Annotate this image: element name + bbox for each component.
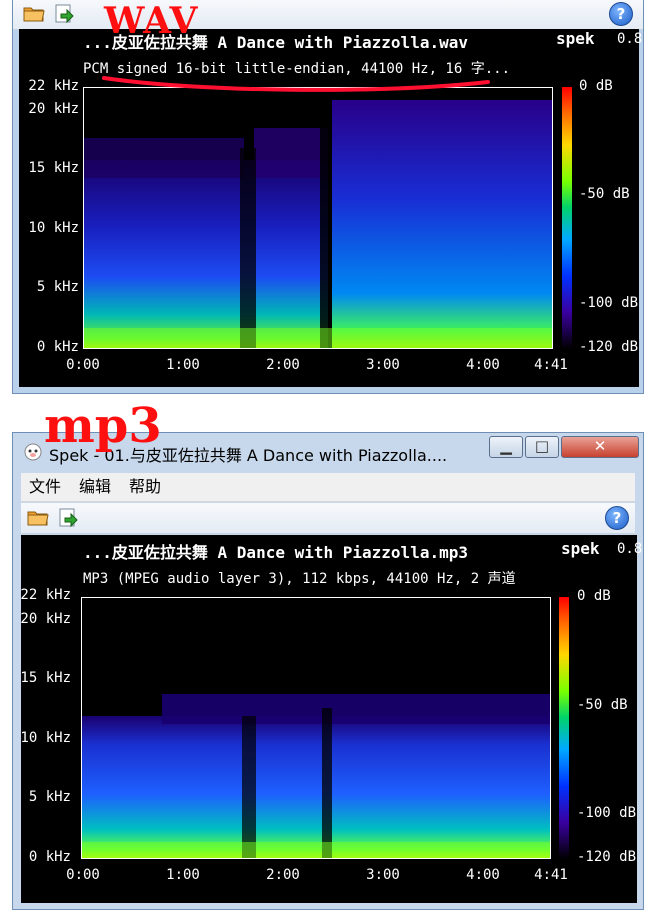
audio-info: MP3 (MPEG audio layer 3), 112 kbps, 4410…: [83, 571, 516, 587]
wav-annotation: WAV: [104, 0, 199, 42]
maximize-button[interactable]: □: [525, 436, 559, 458]
y-tick-22khz: 22 kHz: [20, 587, 71, 603]
menu-file[interactable]: 文件: [29, 473, 61, 501]
help-icon[interactable]: ?: [605, 506, 629, 530]
y-tick-10khz: 10 kHz: [20, 730, 71, 746]
db-label-minus120: -120 dB: [577, 849, 637, 865]
folder-icon[interactable]: [23, 2, 45, 24]
x-tick-3-00: 3:00: [366, 867, 400, 883]
close-icon: ✕: [593, 437, 607, 455]
y-tick-15khz: 15 kHz: [20, 670, 71, 686]
x-tick-0-00: 0:00: [66, 867, 100, 883]
spectrogram: [81, 597, 551, 859]
x-tick-4-00: 4:00: [466, 357, 500, 373]
minimize-icon: ▁: [500, 437, 512, 455]
db-label-0: 0 dB: [579, 78, 613, 94]
toolbar: ?: [21, 503, 635, 534]
db-label-minus50: -50 dB: [579, 186, 630, 202]
menu-bar: 文件 编辑 帮助: [21, 473, 635, 502]
maximize-icon: □: [534, 437, 550, 455]
x-tick-4-41: 4:41: [534, 357, 568, 373]
spectrogram: [83, 87, 553, 349]
x-tick-2-00: 2:00: [266, 357, 300, 373]
y-tick-10khz: 10 kHz: [28, 220, 79, 236]
spek-window-wav: ? ...皮亚佐拉共舞 A Dance with Piazzolla.wav s…: [12, 0, 644, 394]
y-tick-15khz: 15 kHz: [28, 160, 79, 176]
save-arrow-icon[interactable]: [53, 2, 75, 24]
spectrogram-pane: ...皮亚佐拉共舞 A Dance with Piazzolla.mp3 spe…: [20, 535, 642, 903]
close-button[interactable]: ✕: [561, 436, 639, 458]
db-label-minus100: -100 dB: [579, 295, 639, 311]
help-icon[interactable]: ?: [609, 2, 633, 26]
y-tick-5khz: 5 kHz: [36, 279, 79, 295]
menu-edit[interactable]: 编辑: [79, 473, 111, 501]
menu-help[interactable]: 帮助: [129, 473, 161, 501]
file-title: ...皮亚佐拉共舞 A Dance with Piazzolla.mp3: [83, 543, 468, 562]
db-label-minus50: -50 dB: [577, 697, 628, 713]
x-tick-4-41: 4:41: [534, 867, 568, 883]
db-colorbar: [562, 87, 572, 349]
x-tick-1-00: 1:00: [166, 357, 200, 373]
app-brand: spek: [556, 29, 595, 48]
db-label-0: 0 dB: [577, 588, 611, 604]
mp3-annotation: mp3: [44, 398, 162, 454]
y-tick-20khz: 20 kHz: [28, 101, 79, 117]
x-tick-1-00: 1:00: [166, 867, 200, 883]
x-tick-2-00: 2:00: [266, 867, 300, 883]
y-tick-22khz: 22 kHz: [28, 78, 79, 94]
y-tick-5khz: 5 kHz: [28, 789, 71, 805]
x-tick-4-00: 4:00: [466, 867, 500, 883]
app-version: 0.8: [617, 541, 643, 557]
db-label-minus100: -100 dB: [577, 805, 637, 821]
spek-window-mp3: Spek - 01.与皮亚佐拉共舞 A Dance with Piazzolla…: [12, 432, 644, 910]
audio-info: PCM signed 16-bit little-endian, 44100 H…: [83, 61, 511, 77]
save-arrow-icon[interactable]: [57, 506, 79, 528]
y-tick-20khz: 20 kHz: [20, 611, 71, 627]
app-version: 0.8: [617, 31, 643, 47]
y-tick-0khz: 0 kHz: [28, 849, 71, 865]
folder-icon[interactable]: [27, 506, 49, 528]
spek-app-icon: [23, 441, 43, 461]
db-label-minus120: -120 dB: [579, 339, 639, 355]
spectrogram-pane: ...皮亚佐拉共舞 A Dance with Piazzolla.wav spe…: [19, 29, 643, 387]
y-tick-0khz: 0 kHz: [36, 339, 79, 355]
x-tick-0-00: 0:00: [66, 357, 100, 373]
minimize-button[interactable]: ▁: [489, 436, 523, 458]
x-tick-3-00: 3:00: [366, 357, 400, 373]
app-brand: spek: [561, 539, 600, 558]
db-colorbar: [559, 597, 569, 859]
